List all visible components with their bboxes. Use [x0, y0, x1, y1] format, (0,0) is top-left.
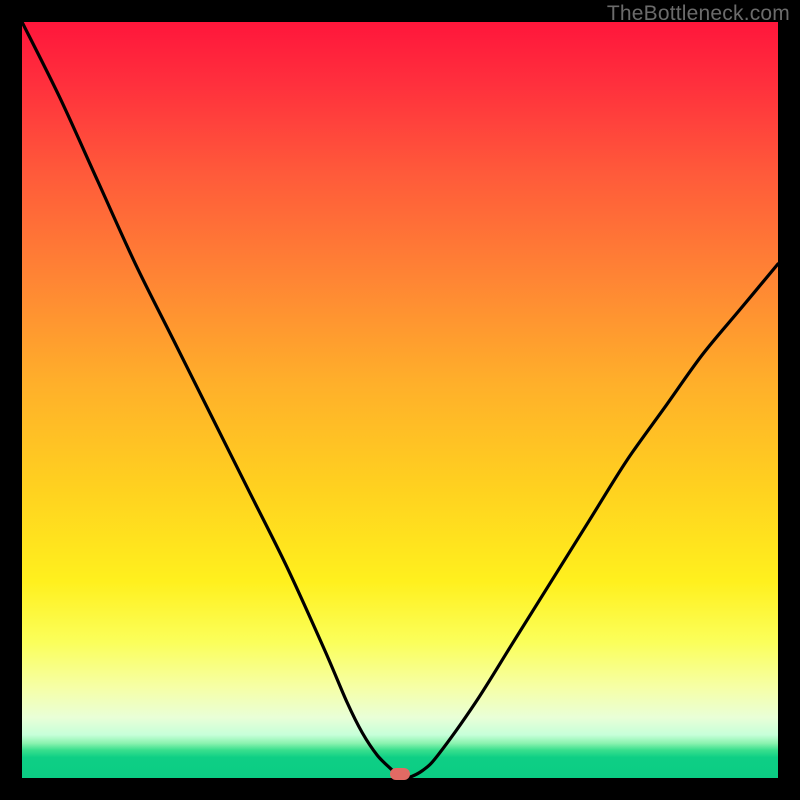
watermark-label: TheBottleneck.com — [607, 2, 790, 26]
bottleneck-curve — [22, 22, 778, 778]
chart-frame: TheBottleneck.com — [0, 0, 800, 800]
optimum-marker — [390, 768, 410, 780]
plot-area — [22, 22, 778, 778]
